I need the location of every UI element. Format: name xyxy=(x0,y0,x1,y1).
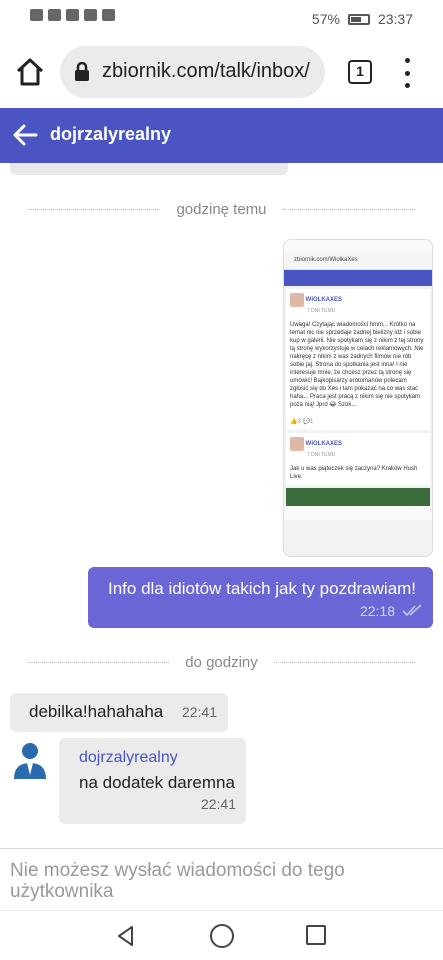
battery-icon xyxy=(347,13,370,25)
nav-back-icon[interactable] xyxy=(114,924,138,948)
chat-header: dojrzalyrealny xyxy=(0,108,443,163)
nav-recents-icon[interactable] xyxy=(306,925,326,945)
mail-icon xyxy=(102,9,115,21)
image-message[interactable]: zbiornik.com/WiolkaXes WIOLKAXES 7 DNI T… xyxy=(283,239,433,557)
screenshot-post: WIOLKAXES 7 DNI TEMU Uwaga! Czytając wia… xyxy=(286,289,430,430)
notice-text: Nie możesz wysłać wiadomości do tego uży… xyxy=(10,860,345,902)
signal-icon xyxy=(30,9,43,21)
status-icons xyxy=(30,9,115,21)
message-text: Info dla idiotów takich jak ty pozdrawia… xyxy=(108,579,417,598)
screenshot-post-author: WIOLKAXES xyxy=(305,297,343,303)
screenshot-url: zbiornik.com/WiolkaXes xyxy=(284,252,432,270)
back-arrow-icon[interactable] xyxy=(12,122,38,148)
time-divider: do godziny xyxy=(28,652,415,672)
wifi-icon xyxy=(48,9,61,21)
sender-name[interactable]: dojrzalyrealny xyxy=(79,749,178,767)
clock: 23:37 xyxy=(377,11,413,27)
message-time: 22:41 xyxy=(200,796,236,812)
message-text: debilka!hahahaha xyxy=(29,702,164,721)
screenshot-post-meta: 7 DNI TEMU xyxy=(307,308,336,314)
vibrate-icon xyxy=(84,9,97,21)
address-bar[interactable]: zbiornik.com/talk/inbox/ xyxy=(60,46,325,98)
screenshot-post-text: Jak u was piąteczek się zaczyna? Kraków … xyxy=(290,466,418,480)
nav-home-icon[interactable] xyxy=(210,924,234,948)
previous-message-bubble xyxy=(10,163,288,175)
tab-switcher-button[interactable]: 1 xyxy=(348,60,372,84)
screenshot-photo xyxy=(286,488,430,506)
home-icon[interactable] xyxy=(14,56,46,88)
time-divider: godzinę temu xyxy=(28,199,415,219)
browser-toolbar: zbiornik.com/talk/inbox/ 1 xyxy=(0,36,443,108)
message-time: 22:41 xyxy=(181,704,217,720)
chat-title: dojrzalyrealny xyxy=(50,124,172,144)
lock-icon xyxy=(75,62,89,81)
screenshot-post-author: WIOLKAXES xyxy=(305,441,343,447)
system-nav-bar xyxy=(0,910,443,960)
url-text: zbiornik.com/talk/inbox/ xyxy=(102,60,310,82)
nfc-icon xyxy=(66,9,79,21)
screenshot-post-text: Uwaga! Czytając wiadomości hmm... Krótko… xyxy=(290,322,424,408)
screenshot-post-stats: 👍3 💬1 xyxy=(290,419,314,425)
sent-message: Info dla idiotów takich jak ty pozdrawia… xyxy=(88,567,433,628)
screenshot-avatar xyxy=(290,293,304,307)
user-avatar-icon[interactable] xyxy=(10,739,50,779)
screenshot-navbar xyxy=(284,506,432,520)
time-divider-label: do godziny xyxy=(185,653,258,671)
battery-percent: 57% xyxy=(311,11,340,27)
screenshot-post: WIOLKAXES 7 DNI TEMU Jak u was piąteczek… xyxy=(286,433,430,485)
screenshot-nav xyxy=(284,270,432,286)
message-time: 22:18 xyxy=(359,603,395,619)
status-bar: 57% 23:37 xyxy=(0,0,443,36)
time-divider-label: godzinę temu xyxy=(176,200,267,218)
messaging-disabled-notice: Nie możesz wysłać wiadomości do tego uży… xyxy=(0,848,443,910)
received-message: debilka!hahahaha 22:41 xyxy=(10,693,228,732)
screenshot-avatar xyxy=(290,437,304,451)
browser-menu-icon[interactable] xyxy=(402,58,412,88)
received-message: dojrzalyrealny na dodatek daremna 22:41 xyxy=(59,738,246,824)
message-list[interactable]: godzinę temu zbiornik.com/WiolkaXes WIOL… xyxy=(0,163,443,848)
page: 57% 23:37 zbiornik.com/talk/inbox/ 1 doj… xyxy=(0,0,443,960)
double-check-icon xyxy=(402,604,422,617)
screenshot-post-meta: 7 DNI TEMU xyxy=(307,452,336,458)
message-text: na dodatek daremna xyxy=(79,773,235,792)
